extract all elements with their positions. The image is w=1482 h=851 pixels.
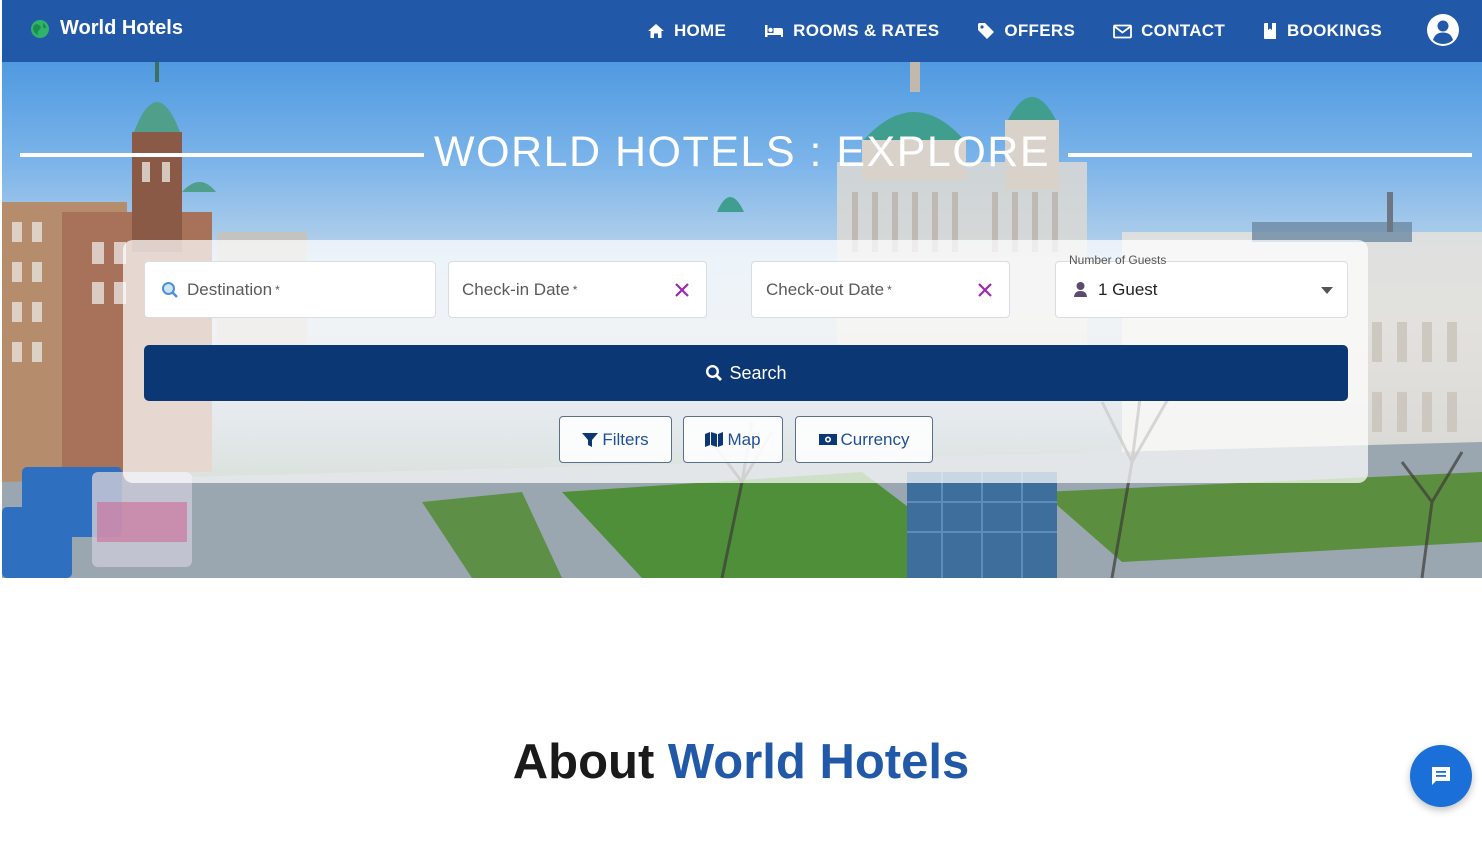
globe-icon (31, 19, 49, 38)
clear-checkin-icon[interactable] (672, 280, 692, 300)
search-button-label: Search (729, 362, 787, 383)
home-icon (647, 24, 664, 38)
map-icon (705, 432, 724, 447)
hero-title: WORLD HOTELS : EXPLORE (433, 128, 1051, 176)
chevron-down-icon (1321, 287, 1333, 294)
nav-contact-label: CONTACT (1141, 21, 1226, 40)
nav-links: HOME ROOMS & RATES OFFERS CONTACT BOOKIN… (609, 0, 1382, 62)
person-icon (1074, 282, 1087, 297)
destination-placeholder: Destination (187, 279, 273, 299)
account-circle-icon[interactable] (1426, 13, 1460, 47)
currency-button-label: Currency (840, 429, 910, 449)
filters-button-label: Filters (602, 429, 649, 449)
checkout-placeholder: Check-out Date (766, 279, 885, 299)
nav-offers-label: OFFERS (1004, 21, 1076, 40)
mail-icon (1113, 24, 1132, 38)
money-icon (818, 434, 837, 445)
search-icon (162, 281, 178, 298)
about-heading: About World Hotels (0, 734, 1482, 790)
nav-bookings[interactable]: BOOKINGS (1263, 21, 1382, 41)
chat-icon (1432, 767, 1450, 785)
search-button[interactable]: Search (144, 345, 1348, 401)
search-icon (706, 364, 723, 381)
guests-label: Number of Guests (1069, 253, 1167, 267)
nav-contact[interactable]: CONTACT (1113, 21, 1225, 41)
brand-name: World Hotels (60, 17, 183, 39)
filters-button[interactable]: Filters (559, 416, 672, 463)
nav-home-label: HOME (673, 21, 727, 40)
nav-offers[interactable]: OFFERS (977, 21, 1075, 41)
nav-bookings-label: BOOKINGS (1287, 21, 1382, 40)
nav-rooms-rates[interactable]: ROOMS & RATES (764, 21, 939, 41)
destination-required-mark: * (275, 282, 280, 297)
about-highlight: World Hotels (667, 735, 970, 789)
nav-home[interactable]: HOME (647, 21, 726, 41)
currency-button[interactable]: Currency (795, 416, 933, 463)
guests-select[interactable]: 1 Guest (1055, 261, 1348, 318)
tag-icon (978, 23, 995, 39)
nav-rooms-rates-label: ROOMS & RATES (793, 21, 940, 40)
chat-button[interactable] (1410, 745, 1472, 807)
checkout-required-mark: * (887, 282, 892, 297)
checkin-required-mark: * (572, 282, 578, 297)
map-button[interactable]: Map (683, 416, 783, 463)
destination-field[interactable]: Destination * (144, 261, 436, 318)
filter-icon (582, 432, 599, 447)
top-navbar: World Hotels HOME ROOMS & RATES OFFERS C… (2, 0, 1482, 62)
checkout-date-field[interactable]: Check-out Date * (751, 261, 1010, 318)
brand-logo[interactable]: World Hotels (30, 17, 183, 40)
clear-checkout-icon[interactable] (975, 280, 995, 300)
bed-icon (765, 25, 784, 37)
map-button-label: Map (727, 429, 761, 449)
guests-value: 1 Guest (1098, 279, 1158, 299)
about-prefix: About (512, 735, 655, 789)
checkin-placeholder: Check-in Date (462, 279, 570, 299)
checkin-date-field[interactable]: Check-in Date * (448, 261, 707, 318)
book-icon (1264, 23, 1277, 39)
